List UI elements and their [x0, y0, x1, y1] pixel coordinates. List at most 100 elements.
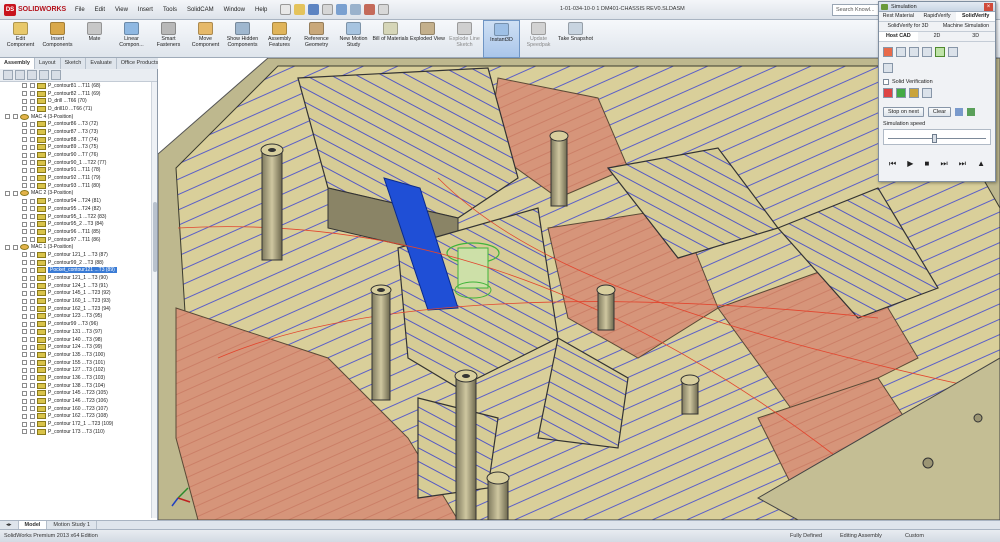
expand-icon[interactable]: [22, 421, 27, 427]
tree-item[interactable]: P_contour 140 ...T3 (98): [0, 336, 157, 344]
expand-icon[interactable]: [22, 275, 27, 281]
checkbox[interactable]: [30, 267, 35, 273]
checkbox[interactable]: [30, 390, 35, 396]
command-button[interactable]: Instant3D: [483, 20, 520, 58]
tree-item[interactable]: D_drill10 ...T66 (71): [0, 105, 157, 113]
tree-item[interactable]: D_drill ...T66 (70): [0, 97, 157, 105]
menu-item-insert[interactable]: Insert: [133, 0, 158, 20]
tree-item[interactable]: P_contour96 ...T11 (85): [0, 228, 157, 236]
expand-icon[interactable]: [22, 121, 27, 127]
tree-item[interactable]: P_contour82 ...T11 (69): [0, 90, 157, 98]
expand-icon[interactable]: [22, 160, 27, 166]
tree-item[interactable]: P_contour87 ...T3 (73): [0, 128, 157, 136]
command-button[interactable]: Take Snapshot: [557, 20, 594, 58]
expand-icon[interactable]: [22, 267, 27, 273]
checkbox[interactable]: [30, 290, 35, 296]
search-input[interactable]: Search Knowl...: [832, 4, 880, 16]
expand-icon[interactable]: [22, 252, 27, 258]
close-icon[interactable]: ×: [984, 3, 993, 11]
solid-verification-option[interactable]: Solid Verification: [883, 79, 991, 85]
expand-icon[interactable]: [22, 144, 27, 150]
tree-item[interactable]: P_contour95_1 ...T22 (83): [0, 213, 157, 221]
nav-arrows-icon[interactable]: ◂▸: [0, 521, 19, 529]
wireframe-icon[interactable]: [948, 47, 958, 57]
expand-icon[interactable]: [22, 214, 27, 220]
expand-icon[interactable]: [22, 290, 27, 296]
tab-office-products[interactable]: Office Products: [117, 58, 164, 69]
command-button[interactable]: Reference Geometry: [298, 20, 335, 58]
tree-item[interactable]: P_contour88 ...T7 (74): [0, 136, 157, 144]
expand-icon[interactable]: [22, 167, 27, 173]
checkbox[interactable]: [30, 152, 35, 158]
graphics-viewport[interactable]: [158, 58, 1000, 520]
sim-tab-host-cad[interactable]: Host CAD: [879, 32, 918, 41]
expand-icon[interactable]: [22, 413, 27, 419]
sim-tab-machine-simulation[interactable]: Machine Simulation: [937, 22, 995, 31]
tree-item[interactable]: P_contour 145 ...T23 (105): [0, 390, 157, 398]
tool-icon[interactable]: [909, 47, 919, 57]
command-button[interactable]: Explode Line Sketch: [446, 20, 483, 58]
tree-item[interactable]: P_contour94 ...T24 (81): [0, 197, 157, 205]
command-button[interactable]: Smart Fasteners: [150, 20, 187, 58]
checkbox[interactable]: [30, 383, 35, 389]
eject-icon[interactable]: ▲: [977, 159, 985, 169]
expand-icon[interactable]: [22, 406, 27, 412]
menu-item-window[interactable]: Window: [219, 0, 250, 20]
tree-item[interactable]: P_contour 160 ...T23 (107): [0, 405, 157, 413]
tree-item[interactable]: P_contour 145_1 ...T23 (92): [0, 290, 157, 298]
display-option-icon[interactable]: [883, 63, 893, 73]
expand-icon[interactable]: [22, 429, 27, 435]
checkbox[interactable]: [30, 260, 35, 266]
tree-item[interactable]: P_contour81 ...T11 (68): [0, 82, 157, 90]
expand-icon[interactable]: [22, 183, 27, 189]
checkbox[interactable]: [30, 344, 35, 350]
checkbox[interactable]: [30, 329, 35, 335]
expand-icon[interactable]: [22, 313, 27, 319]
expand-icon[interactable]: [22, 229, 27, 235]
clear-button[interactable]: Clear: [927, 107, 952, 117]
display-manager-tab-icon[interactable]: [51, 70, 61, 80]
print-icon[interactable]: [322, 4, 334, 15]
sim-tab-2d[interactable]: 2D: [918, 32, 957, 41]
checkbox[interactable]: [13, 114, 18, 120]
menu-item-file[interactable]: File: [70, 0, 90, 20]
tree-item[interactable]: P_contour91 ...T11 (78): [0, 167, 157, 175]
command-button[interactable]: Mate: [76, 20, 113, 58]
expand-icon[interactable]: [22, 367, 27, 373]
undo-icon[interactable]: [336, 4, 348, 15]
expand-icon[interactable]: [22, 98, 27, 104]
tree-group[interactable]: MAC 2 (3-Position): [0, 190, 157, 198]
tree-group[interactable]: MAC 1 (3-Position): [0, 243, 157, 251]
tree-group[interactable]: MAC 4 (3-Position): [0, 113, 157, 121]
checkbox[interactable]: [30, 91, 35, 97]
command-button[interactable]: Move Component: [187, 20, 224, 58]
solid-verification-checkbox[interactable]: [883, 79, 889, 85]
verify-yellow-icon[interactable]: [909, 88, 919, 98]
expand-icon[interactable]: [22, 352, 27, 358]
checkbox[interactable]: [30, 198, 35, 204]
tab-model[interactable]: Model: [18, 521, 48, 529]
expand-icon[interactable]: [22, 298, 27, 304]
checkbox[interactable]: [30, 398, 35, 404]
tree-item[interactable]: P_contour 123 ...T3 (95): [0, 313, 157, 321]
checkbox[interactable]: [30, 406, 35, 412]
sim-tab-rest-material[interactable]: Rest Material: [879, 12, 918, 21]
tree-item[interactable]: P_contour86 ...T3 (72): [0, 120, 157, 128]
tree-item[interactable]: P_contour95_2 ...T3 (84): [0, 220, 157, 228]
tree-item[interactable]: P_contour 138 ...T3 (104): [0, 382, 157, 390]
end-icon[interactable]: ⏭: [959, 159, 966, 169]
sim-tab-rapidverify[interactable]: RapidVerify: [918, 12, 957, 21]
expand-icon[interactable]: [22, 337, 27, 343]
menu-item-view[interactable]: View: [110, 0, 133, 20]
rewind-icon[interactable]: ⏮: [889, 159, 896, 169]
expand-icon[interactable]: [5, 114, 10, 120]
checkbox[interactable]: [30, 144, 35, 150]
expand-icon[interactable]: [22, 321, 27, 327]
checkbox[interactable]: [30, 167, 35, 173]
rebuild-icon[interactable]: [364, 4, 376, 15]
sim-tab-solidverify-for-3d[interactable]: SolidVerify for 3D: [879, 22, 937, 31]
tree-item[interactable]: Pocket_contour121 ...T3 (89): [0, 267, 157, 275]
checkbox[interactable]: [30, 283, 35, 289]
checkbox[interactable]: [30, 237, 35, 243]
app-logo[interactable]: DS SOLIDWORKS: [0, 3, 70, 16]
